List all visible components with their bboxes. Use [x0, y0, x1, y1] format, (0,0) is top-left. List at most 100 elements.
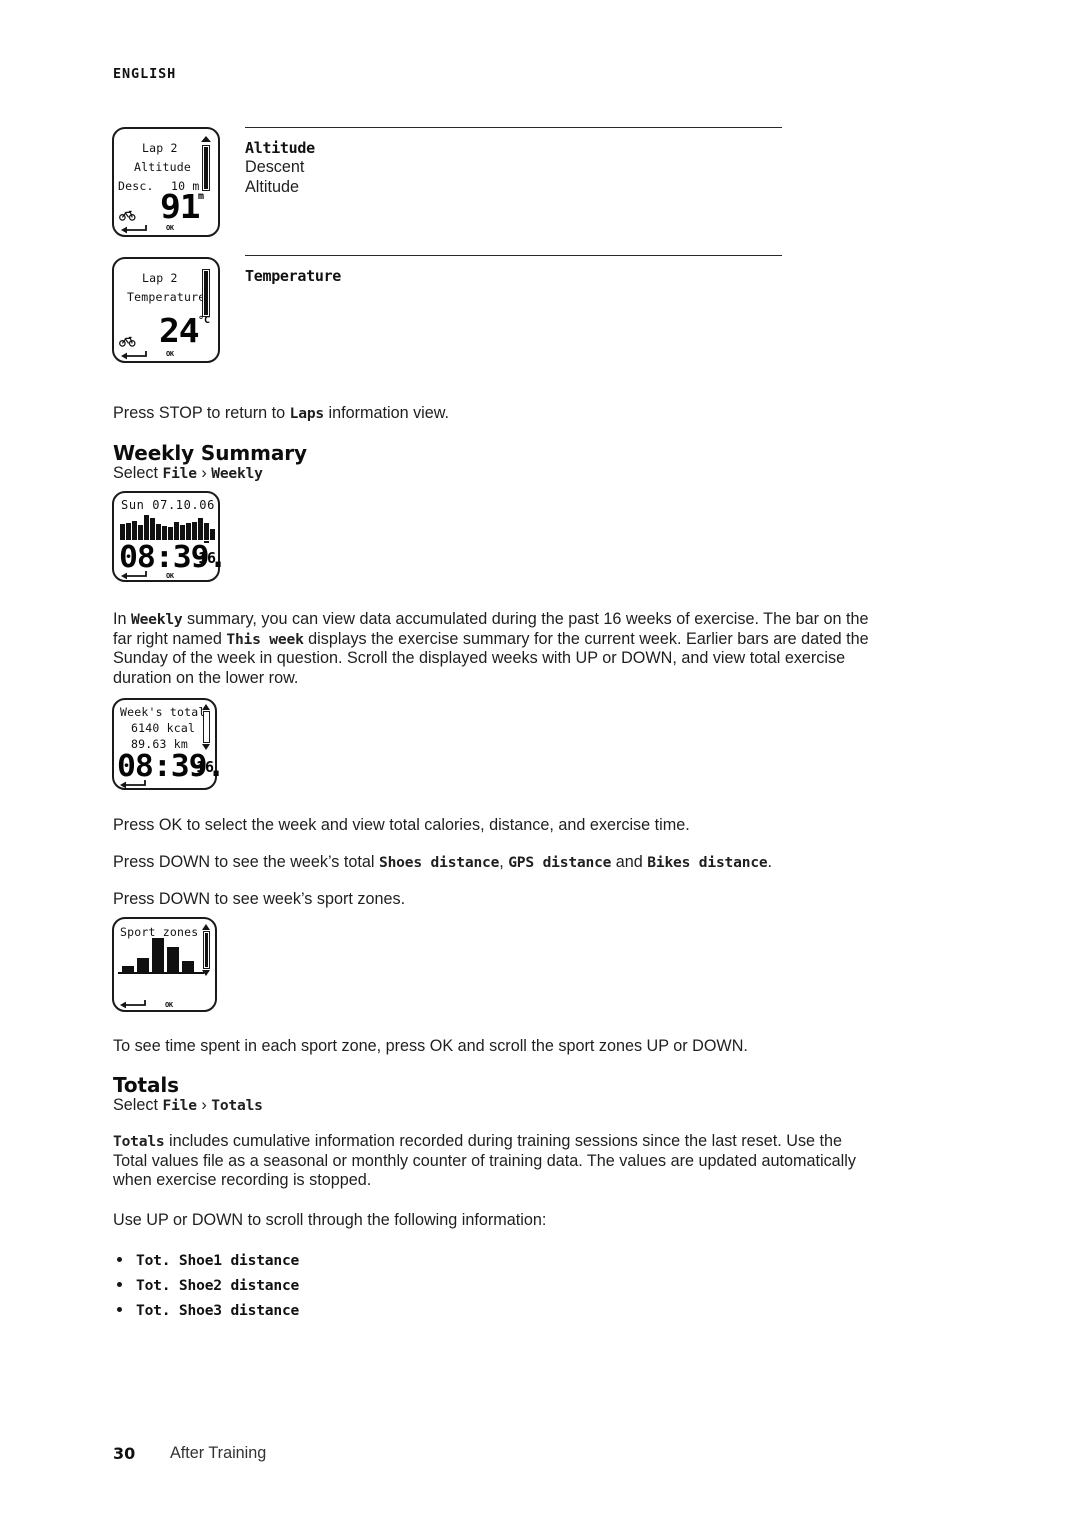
- weekly-select-separator: ›: [196, 464, 212, 482]
- totals-para-1c: includes cumulative information recorded…: [164, 1132, 843, 1150]
- bullet-item-shoe3: Tot. Shoe3 distance: [136, 1302, 300, 1319]
- lcd-altitude-screen: Lap 2 Altitude Desc. 10 m 91 m OK: [112, 127, 220, 237]
- definition-line-descent: Descent: [245, 158, 305, 176]
- press-down-mid-2: and: [611, 853, 648, 871]
- lcd-temperature-scroll-thumb: [204, 271, 208, 315]
- weekly-para-line-2: far right named This week displays the e…: [113, 630, 913, 650]
- press-stop-paragraph: Press STOP to return to Laps information…: [113, 404, 913, 424]
- totals-para-line-2: Total values file as a seasonal or month…: [113, 1151, 856, 1170]
- weekly-bar: [198, 518, 203, 540]
- sport-zones-note-paragraph: To see time spent in each sport zone, pr…: [113, 1037, 748, 1055]
- weekly-para-2c: displays the exercise summary for the cu…: [303, 629, 869, 648]
- press-stop-post: information view.: [324, 404, 450, 422]
- weekly-summary-heading: Weekly Summary: [113, 441, 307, 465]
- lcd-weekly-date: Sun 07.10.06: [121, 498, 215, 512]
- weekly-select-weekly: Weekly: [211, 465, 263, 482]
- definition-rule-2: [245, 255, 782, 257]
- weekly-bar: [162, 526, 167, 540]
- weekly-bar-chart: [120, 514, 216, 543]
- gps-distance-term: GPS distance: [508, 854, 612, 871]
- shoes-distance-term: Shoes distance: [379, 854, 500, 871]
- totals-select-file: File: [162, 1097, 198, 1114]
- footer-section-label: After Training: [170, 1444, 267, 1462]
- totals-description-paragraph: Totals includes cumulative information r…: [113, 1132, 943, 1191]
- sport-zone-bar: [152, 938, 164, 972]
- press-down-distances-paragraph: Press DOWN to see the week’s total Shoes…: [113, 853, 943, 873]
- back-arrow-icon: [120, 780, 146, 789]
- totals-para-line-1: Totals includes cumulative information r…: [113, 1132, 943, 1152]
- press-down-post: .: [767, 853, 773, 871]
- weekly-bar: [192, 521, 197, 540]
- lcd-sport-zones-ok-label: OK: [165, 1001, 173, 1009]
- weekly-bar: [120, 524, 125, 540]
- bullet-marker: [117, 1282, 122, 1287]
- definition-rule-1: [245, 127, 782, 129]
- sport-zone-bar: [182, 961, 194, 972]
- bicycle-icon: [119, 210, 136, 221]
- totals-select-totals: Totals: [211, 1097, 263, 1114]
- weekly-bar: [168, 526, 173, 540]
- sport-zones-baseline: [118, 972, 204, 974]
- weekly-bar: [174, 521, 179, 540]
- lcd-altitude-title: Altitude: [134, 160, 191, 174]
- totals-para-line-3: when exercise recording is stopped.: [113, 1171, 372, 1189]
- weekly-bar-this-week: [210, 528, 215, 540]
- weekly-para-line-3: Sunday of the week in question. Scroll t…: [113, 649, 846, 667]
- weekly-para-line-4: duration on the lower row.: [113, 668, 299, 687]
- lcd-weeks-total-scroll-up-arrow: [202, 704, 210, 710]
- lcd-sport-zones-scroll-up-arrow: [202, 924, 210, 930]
- definition-line-altitude: Altitude: [245, 178, 299, 196]
- lcd-altitude-desc-label: Desc.: [118, 179, 154, 193]
- lcd-temperature-value: 24: [159, 311, 200, 350]
- totals-heading: Totals: [113, 1073, 179, 1097]
- back-arrow-icon: [121, 571, 147, 580]
- back-arrow-icon: [120, 1000, 146, 1009]
- bullet-marker: [117, 1307, 122, 1312]
- footer-page-number: 30: [113, 1444, 136, 1463]
- bullet-marker: [117, 1257, 122, 1262]
- lcd-temperature-title: Temperature: [127, 290, 206, 304]
- weekly-bar: [144, 515, 149, 540]
- weekly-select-path: Select File › Weekly: [113, 464, 263, 483]
- bullet-item-shoe2: Tot. Shoe2 distance: [136, 1277, 300, 1294]
- lcd-weekly-screen: Sun 07.10.06 08:39. 16 OK: [112, 491, 228, 582]
- totals-select-separator: ›: [196, 1096, 212, 1114]
- weekly-bar: [132, 521, 137, 540]
- use-up-down-paragraph: Use UP or DOWN to scroll through the fol…: [113, 1211, 547, 1229]
- lcd-altitude-scroll-thumb: [204, 147, 208, 189]
- lcd-weeks-total-scrollbar: [203, 711, 210, 743]
- lcd-temperature-lap: Lap 2: [142, 271, 178, 285]
- press-down-mid-1: ,: [499, 853, 509, 871]
- lcd-sport-zones-screen: Sport zones OK: [112, 917, 217, 1012]
- press-down-pre: Press DOWN to see the week’s total: [113, 853, 379, 871]
- weekly-bar: [204, 523, 209, 540]
- language-header: ENGLISH: [113, 66, 177, 82]
- weekly-bar: [126, 522, 131, 540]
- totals-select-path: Select File › Totals: [113, 1096, 263, 1115]
- lcd-altitude-ok-label: OK: [166, 224, 174, 232]
- lcd-temperature-screen: Lap 2 Temperature 24 °C OK: [112, 257, 220, 363]
- back-arrow-icon: [121, 225, 147, 234]
- definition-title-altitude: Altitude: [245, 139, 315, 157]
- lcd-weeks-total-screen: Week's total 6140 kcal 89.63 km 08:39. 1…: [112, 698, 226, 790]
- press-ok-week-paragraph: Press OK to select the week and view tot…: [113, 816, 690, 834]
- lcd-temperature-ok-label: OK: [166, 350, 174, 358]
- lcd-weeks-total-duration-decimals: 16: [196, 758, 215, 776]
- weekly-bar: [156, 523, 161, 540]
- weekly-para-1c: summary, you can view data accumulated d…: [182, 610, 869, 628]
- weekly-para-1a: In: [113, 610, 131, 628]
- weekly-bar: [138, 524, 143, 540]
- lcd-altitude-scroll-up-arrow: [201, 136, 211, 142]
- bicycle-icon: [119, 336, 136, 347]
- weekly-para-2a: far right named: [113, 629, 227, 648]
- totals-term: Totals: [113, 1133, 165, 1150]
- lcd-altitude-lap: Lap 2: [142, 141, 178, 155]
- lcd-weeks-total-calories: 6140 kcal: [131, 721, 196, 735]
- lcd-weeks-total-title: Week's total: [120, 705, 206, 719]
- sport-zone-bar: [137, 958, 149, 972]
- lcd-altitude-unit: m: [198, 191, 205, 202]
- lcd-weekly-ok-label: OK: [166, 572, 174, 580]
- sport-zone-bar: [167, 947, 179, 972]
- lcd-altitude-value: 91: [160, 187, 201, 226]
- weekly-para-line-1: In Weekly summary, you can view data acc…: [113, 610, 913, 630]
